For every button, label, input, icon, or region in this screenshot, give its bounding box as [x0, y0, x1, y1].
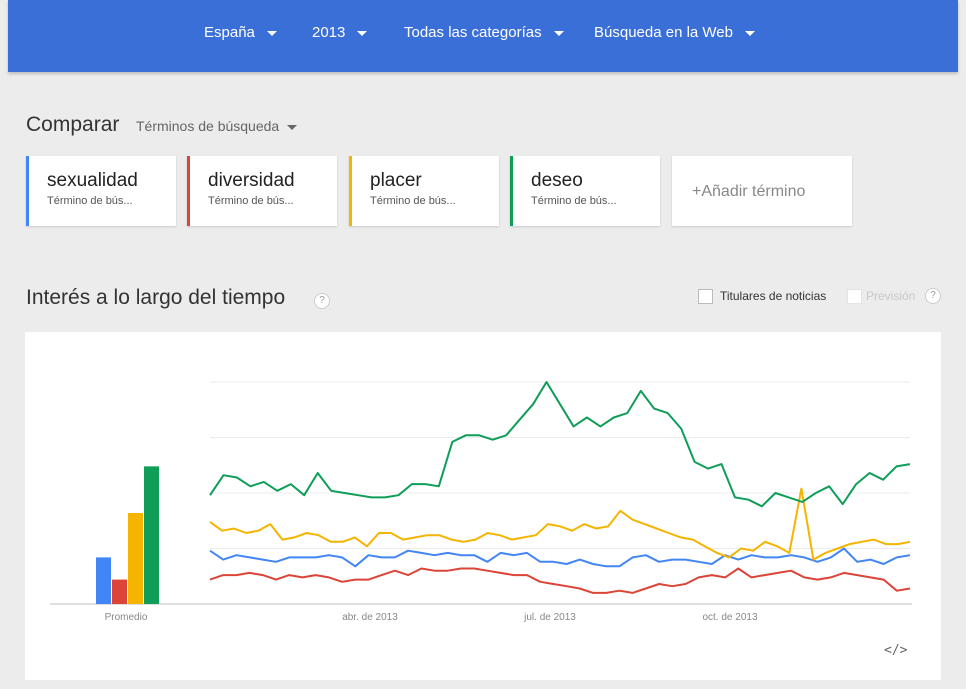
series-line-deseo: [209, 381, 911, 508]
x-tick-label: abr. de 2013: [342, 612, 398, 623]
average-bar-deseo: [144, 466, 159, 604]
term-name: diversidad: [208, 170, 295, 191]
country-dropdown[interactable]: España: [204, 24, 277, 41]
term-color-bar: [26, 156, 29, 226]
average-bar-placer: [128, 512, 143, 604]
term-type: Término de bús...: [208, 195, 294, 207]
chevron-down-icon: [287, 124, 298, 130]
term-color-bar: [510, 156, 513, 226]
add-term-button[interactable]: +Añadir término: [672, 156, 852, 226]
add-term-label: +Añadir término: [692, 183, 806, 200]
term-type: Término de bús...: [531, 195, 617, 207]
term-name: deseo: [531, 170, 583, 191]
compare-mode-dropdown[interactable]: Términos de búsqueda: [136, 118, 298, 134]
country-label: España: [204, 24, 255, 41]
year-dropdown[interactable]: 2013: [312, 24, 368, 41]
term-type: Término de bús...: [47, 195, 133, 207]
news-headlines-checkbox[interactable]: [698, 289, 713, 304]
interest-title: Interés a lo largo del tiempo: [26, 286, 286, 309]
term-name: sexualidad: [47, 170, 138, 191]
chevron-down-icon: [266, 30, 277, 36]
category-dropdown[interactable]: Todas las categorías: [404, 24, 564, 41]
interest-chart-card: Promedio abr. de 2013 jul. de 2013 oct. de …: [25, 332, 941, 680]
search-type-dropdown[interactable]: Búsqueda en la Web: [594, 24, 755, 41]
year-label: 2013: [312, 24, 346, 41]
average-bar-diversidad: [112, 579, 127, 604]
average-bar-sexualidad: [96, 557, 111, 604]
top-filter-bar: España 2013 Todas las categorías Búsqued…: [8, 0, 958, 72]
series-line-sexualidad: [209, 547, 911, 568]
chevron-down-icon: [553, 30, 564, 36]
term-card-deseo[interactable]: deseo Término de bús...: [510, 156, 660, 226]
embed-code-icon[interactable]: </>: [884, 643, 907, 658]
chevron-down-icon: [357, 30, 368, 36]
term-card-sexualidad[interactable]: sexualidad Término de bús...: [26, 156, 176, 226]
x-tick-label: jul. de 2013: [523, 612, 576, 623]
forecast-label: Previsión: [866, 289, 916, 303]
term-color-bar: [187, 156, 190, 226]
term-card-placer[interactable]: placer Término de bús...: [349, 156, 499, 226]
forecast-help-icon[interactable]: ?: [925, 288, 941, 304]
term-name: placer: [370, 170, 422, 191]
category-label: Todas las categorías: [404, 24, 542, 41]
term-card-diversidad[interactable]: diversidad Término de bús...: [187, 156, 337, 226]
forecast-checkbox[interactable]: [847, 289, 862, 304]
term-type: Término de bús...: [370, 195, 456, 207]
news-headlines-label: Titulares de noticias: [720, 289, 827, 303]
x-tick-label: oct. de 2013: [702, 612, 757, 623]
average-label: Promedio: [105, 612, 148, 623]
series-line-diversidad: [209, 567, 911, 594]
chevron-down-icon: [745, 30, 755, 36]
term-color-bar: [349, 156, 352, 226]
help-icon[interactable]: ?: [314, 293, 330, 309]
compare-mode-label: Términos de búsqueda: [136, 118, 280, 134]
compare-title: Comparar: [26, 113, 120, 136]
search-type-label: Búsqueda en la Web: [594, 24, 733, 41]
interest-chart: Promedio abr. de 2013 jul. de 2013 oct. de …: [50, 381, 912, 623]
